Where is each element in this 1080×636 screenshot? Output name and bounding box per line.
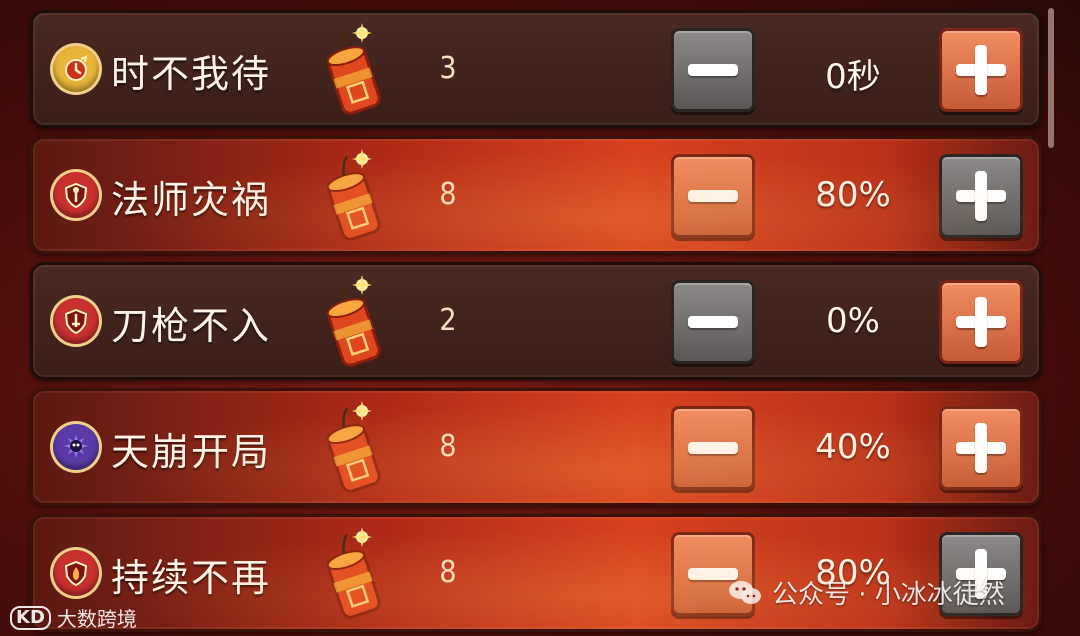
increase-button[interactable] bbox=[939, 28, 1023, 112]
trait-name: 持续不再 bbox=[111, 556, 272, 600]
watermark-left-text: 大数跨境 bbox=[56, 607, 137, 631]
minus-icon bbox=[688, 442, 738, 454]
minus-icon bbox=[688, 64, 738, 76]
minus-icon bbox=[688, 190, 738, 202]
decrease-button[interactable] bbox=[671, 154, 755, 238]
item-count: 8 bbox=[439, 177, 457, 212]
trait-row: 法师灾祸 8 80% bbox=[30, 136, 1042, 254]
trait-value: 0% bbox=[826, 301, 880, 341]
item-count: 8 bbox=[439, 555, 457, 590]
watermark-left: KD 大数跨境 bbox=[10, 603, 137, 632]
trait-row: 刀枪不入 2 0% bbox=[30, 262, 1042, 380]
shield-staff-icon bbox=[53, 172, 99, 218]
wechat-icon bbox=[729, 580, 761, 604]
item-count: 2 bbox=[439, 303, 457, 338]
shield-flame-icon bbox=[53, 550, 99, 596]
trait-row: 持续不再 8 80% bbox=[30, 514, 1042, 632]
shield-sword-icon bbox=[53, 298, 99, 344]
trait-row: 天崩开局 8 40% bbox=[30, 388, 1042, 506]
trait-name: 时不我待 bbox=[111, 52, 272, 96]
trait-value: 80% bbox=[815, 175, 891, 215]
increase-button[interactable] bbox=[939, 154, 1023, 238]
watermark-right: 公众号 · 小冰冰徒然 bbox=[728, 574, 1005, 611]
trait-value: 40% bbox=[815, 427, 891, 467]
clock-icon bbox=[53, 46, 99, 92]
item-count: 8 bbox=[439, 429, 457, 464]
trait-name: 刀枪不入 bbox=[111, 304, 272, 348]
trait-value: 0秒 bbox=[825, 57, 881, 97]
trait-row: 时不我待 3 0秒 bbox=[30, 10, 1042, 128]
increase-button[interactable] bbox=[939, 280, 1023, 364]
scrollbar[interactable] bbox=[1048, 8, 1054, 148]
decrease-button[interactable] bbox=[671, 28, 755, 112]
watermark-right-text: 公众号 · 小冰冰徒然 bbox=[772, 580, 1005, 610]
trait-name: 法师灾祸 bbox=[111, 178, 272, 222]
brand-logo: KD bbox=[10, 605, 51, 630]
trait-name: 天崩开局 bbox=[111, 430, 272, 474]
minus-icon bbox=[688, 316, 738, 328]
decrease-button[interactable] bbox=[671, 406, 755, 490]
trait-list: 时不我待 3 0秒 法师灾祸 8 80% 刀枪不入 2 0% 天崩开局 8 40… bbox=[0, 0, 1080, 636]
firecracker-icon bbox=[326, 275, 381, 367]
increase-button[interactable] bbox=[939, 406, 1023, 490]
item-count: 3 bbox=[439, 51, 457, 86]
skull-burst-icon bbox=[53, 424, 99, 470]
firecracker-icon bbox=[326, 527, 381, 619]
decrease-button[interactable] bbox=[671, 280, 755, 364]
firecracker-icon bbox=[326, 149, 381, 241]
firecracker-icon bbox=[326, 23, 381, 115]
firecracker-icon bbox=[326, 401, 381, 493]
